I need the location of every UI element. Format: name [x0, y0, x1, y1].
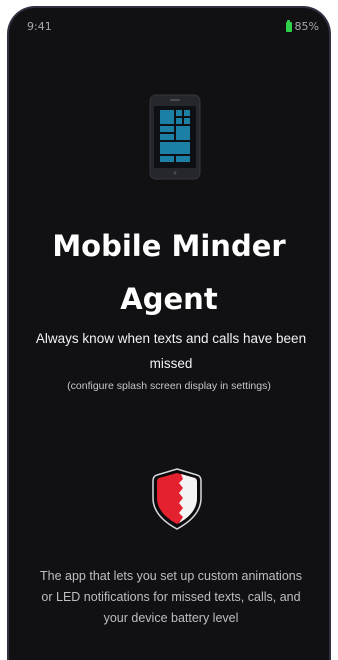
status-time: 9:41 [27, 20, 52, 33]
app-description: The app that lets you set up custom anim… [40, 569, 302, 625]
splash-config-hint: (configure splash screen display in sett… [67, 380, 271, 392]
battery-icon [285, 20, 292, 32]
app-title: Mobile Minder Agent [52, 229, 286, 316]
app-tagline: Always know when texts and calls have be… [35, 331, 307, 371]
status-bar: 9:41 85% [9, 8, 329, 44]
phone-screen: 9:41 85% Mobile Minder Agent Always know… [7, 6, 331, 660]
battery-level: 85% [294, 20, 319, 33]
phone-tiles-icon [149, 94, 201, 180]
battery-indicator: 85% [285, 20, 319, 33]
shield-icon [152, 468, 202, 530]
